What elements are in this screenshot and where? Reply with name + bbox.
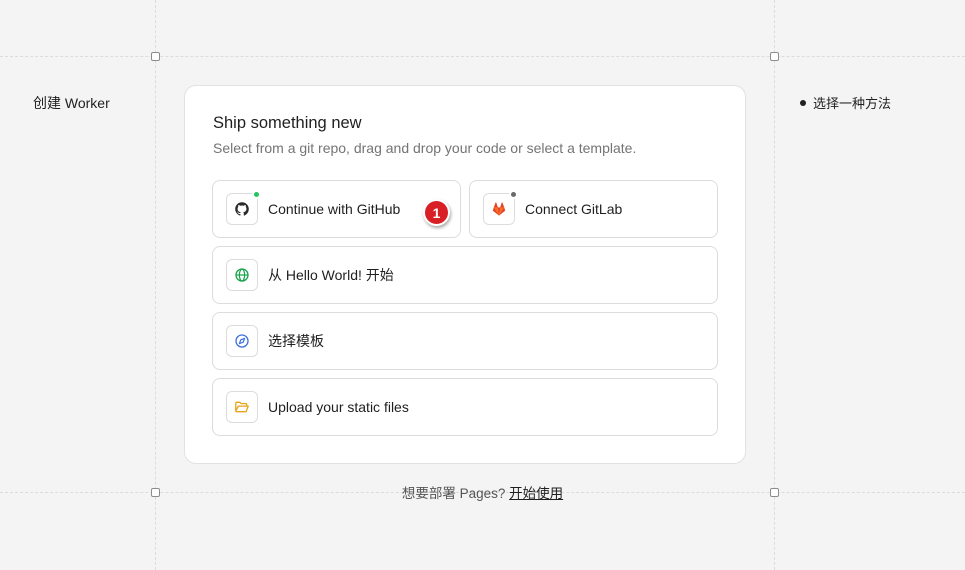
- compass-icon: [235, 334, 249, 348]
- ship-card: Ship something new Select from a git rep…: [184, 85, 746, 464]
- pages-prompt-text: 想要部署 Pages?: [401, 486, 506, 501]
- card-subtitle: Select from a git repo, drag and drop yo…: [213, 140, 637, 156]
- gitlab-label: Connect GitLab: [525, 201, 623, 217]
- github-label: Continue with GitHub: [268, 201, 401, 217]
- connect-gitlab-button[interactable]: Connect GitLab: [469, 180, 718, 238]
- gitlab-icon-box: [483, 190, 518, 225]
- step-label: 选择一种方法: [813, 96, 892, 111]
- create-worker-label: 创建 Worker: [33, 95, 110, 111]
- step-indicator: 选择一种方法: [800, 93, 891, 112]
- step-bullet-icon: [800, 99, 806, 106]
- select-template-button[interactable]: 选择模板: [212, 312, 718, 370]
- hello-world-button[interactable]: 从 Hello World! 开始: [212, 246, 718, 304]
- step-number-badge: 1: [423, 199, 450, 226]
- folder-open-icon: [235, 401, 249, 413]
- github-icon-box: [226, 190, 261, 225]
- get-started-link[interactable]: 开始使用: [509, 486, 563, 501]
- upload-static-files-label: Upload your static files: [268, 399, 409, 415]
- disconnected-status-dot: [509, 190, 518, 199]
- globe-icon: [235, 268, 249, 282]
- resize-handle-top-right[interactable]: [770, 52, 779, 61]
- gitlab-icon: [492, 202, 506, 216]
- select-template-label: 选择模板: [268, 333, 324, 349]
- pages-footer: 想要部署 Pages? 开始使用: [0, 482, 965, 502]
- upload-static-files-button[interactable]: Upload your static files: [212, 378, 718, 436]
- canvas: 创建 Worker 选择一种方法 Ship something new Sele…: [0, 0, 965, 570]
- resize-handle-top-left[interactable]: [151, 52, 160, 61]
- guide-line-top: [0, 56, 965, 57]
- globe-icon-box: [226, 259, 258, 291]
- github-icon: [235, 202, 249, 216]
- folder-icon-box: [226, 391, 258, 423]
- card-title: Ship something new: [213, 114, 362, 132]
- hello-world-label: 从 Hello World! 开始: [268, 267, 394, 283]
- connected-status-dot: [252, 190, 261, 199]
- compass-icon-box: [226, 325, 258, 357]
